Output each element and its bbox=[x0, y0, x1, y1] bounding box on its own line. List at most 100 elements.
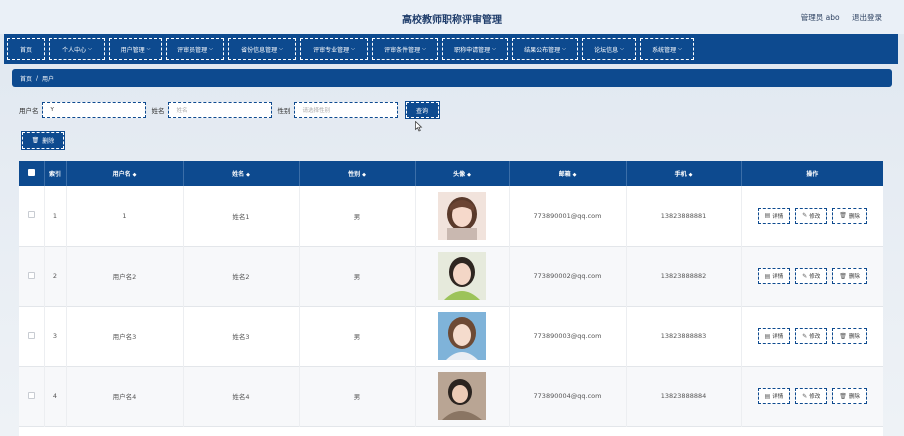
trash-icon: 🗑 bbox=[839, 332, 847, 340]
document-icon: ▤ bbox=[764, 392, 771, 400]
cell-name: 姓名2 bbox=[183, 246, 300, 306]
app-header: 高校教师职称评审管理 管理员 abo 退出登录 bbox=[0, 0, 904, 34]
chevron-down-icon: ⌵ bbox=[678, 46, 682, 52]
table-header-row: 索引 用户名 ◆ 姓名 ◆ 性别 ◆ 头像 ◆ 邮箱 ◆ 手机 ◆ 操作 bbox=[19, 161, 883, 186]
nav-item-reviewer-management[interactable]: 评审员管理 ⌵ bbox=[166, 38, 224, 60]
avatar bbox=[438, 312, 486, 360]
chevron-down-icon: ⌵ bbox=[422, 46, 426, 52]
cell-username: 1 bbox=[66, 186, 184, 246]
user-table: 索引 用户名 ◆ 姓名 ◆ 性别 ◆ 头像 ◆ 邮箱 ◆ 手机 ◆ 操作 1 1 姓名1 男 bbox=[19, 161, 883, 436]
sort-icon[interactable]: ◆ bbox=[689, 172, 693, 178]
gender-select[interactable]: 请选择性别 bbox=[293, 102, 398, 118]
delete-button[interactable]: 🗑 删除 bbox=[832, 207, 867, 224]
column-header[interactable]: 用户名 ◆ bbox=[66, 161, 184, 186]
cell-phone: 13823888881 bbox=[626, 186, 742, 246]
breadcrumb: 首页 / 用户 bbox=[12, 69, 892, 87]
avatar bbox=[438, 372, 486, 420]
main-nav: 首页 个人中心 ⌵ 用户管理 ⌵ 评审员管理 ⌵ 省份信息管理 ⌵ 评审专业管理 ⌵ 评审… bbox=[4, 34, 898, 64]
cell-email: 773890001@qq.com bbox=[509, 186, 627, 246]
chevron-down-icon: ⌵ bbox=[88, 46, 92, 52]
mouse-cursor-icon bbox=[415, 121, 423, 132]
trash-icon: 🗑 bbox=[839, 392, 847, 400]
search-button[interactable]: 查询 bbox=[404, 101, 440, 119]
row-actions: ▤ 详情 ✎ 修改 🗑 删除 bbox=[742, 268, 884, 284]
chevron-down-icon: ⌵ bbox=[351, 46, 355, 52]
chevron-down-icon: ⌵ bbox=[562, 46, 566, 52]
batch-delete-button[interactable]: 🗑 删除 bbox=[21, 131, 65, 150]
row-checkbox[interactable] bbox=[27, 211, 35, 219]
nav-item-major-management[interactable]: 评审专业管理 ⌵ bbox=[300, 38, 368, 60]
delete-button[interactable]: 🗑 删除 bbox=[832, 268, 867, 284]
edit-button[interactable]: ✎ 修改 bbox=[795, 268, 828, 284]
avatar bbox=[438, 252, 486, 300]
nav-item-condition-management[interactable]: 评审条件管理 ⌵ bbox=[372, 38, 438, 60]
row-checkbox[interactable] bbox=[27, 271, 35, 279]
nav-item-result-management[interactable]: 结果公布管理 ⌵ bbox=[512, 38, 578, 60]
chevron-down-icon: ⌵ bbox=[209, 46, 213, 52]
table-row: 4 用户名4 姓名4 男 773890004@qq.com 1382388888… bbox=[19, 366, 883, 426]
row-actions: ▤ 详情 ✎ 修改 🗑 删除 bbox=[742, 328, 884, 344]
column-header[interactable]: 性别 ◆ bbox=[299, 161, 416, 186]
username-input[interactable]: Y bbox=[41, 102, 146, 118]
trash-icon: 🗑 bbox=[839, 212, 847, 220]
select-all-checkbox[interactable] bbox=[27, 169, 35, 176]
cell-username: 用户名3 bbox=[66, 306, 184, 366]
edit-button[interactable]: ✎ 修改 bbox=[795, 207, 828, 224]
detail-button[interactable]: ▤ 详情 bbox=[757, 268, 791, 284]
pencil-icon: ✎ bbox=[802, 272, 808, 280]
chevron-down-icon: ⌵ bbox=[279, 46, 283, 52]
name-label: 姓名 bbox=[151, 107, 165, 115]
cell-phone: 13823888883 bbox=[626, 306, 742, 366]
breadcrumb-home[interactable]: 首页 bbox=[20, 74, 32, 83]
column-header[interactable]: 手机 ◆ bbox=[626, 161, 742, 186]
logout-link[interactable]: 退出登录 bbox=[852, 13, 882, 22]
nav-item-personal-center[interactable]: 个人中心 ⌵ bbox=[49, 38, 105, 60]
breadcrumb-current: 用户 bbox=[42, 75, 55, 83]
nav-item-forum[interactable]: 论坛信息 ⌵ bbox=[582, 38, 636, 60]
edit-button[interactable]: ✎ 修改 bbox=[795, 328, 828, 344]
column-header: 索引 bbox=[44, 161, 67, 186]
trash-icon: 🗑 bbox=[31, 137, 40, 144]
delete-button[interactable]: 🗑 删除 bbox=[832, 328, 867, 344]
detail-button[interactable]: ▤ 详情 bbox=[757, 388, 791, 404]
delete-button[interactable]: 🗑 删除 bbox=[832, 388, 867, 404]
cell-gender: 男 bbox=[299, 246, 416, 306]
cell-index: 4 bbox=[44, 366, 67, 426]
gender-label: 性别 bbox=[277, 107, 291, 115]
cell-name: 姓名3 bbox=[183, 306, 300, 366]
nav-item-system-management[interactable]: 系统管理 ⌵ bbox=[640, 38, 694, 60]
cell-phone: 13823888884 bbox=[626, 366, 742, 426]
row-actions: ▤ 详情 ✎ 修改 🗑 删除 bbox=[742, 388, 884, 404]
sort-icon[interactable]: ◆ bbox=[573, 172, 577, 178]
cell-email: 773890004@qq.com bbox=[509, 366, 627, 426]
table-row: 3 用户名3 姓名3 男 773890003@qq.com 1382388888… bbox=[19, 306, 883, 366]
current-user-label: 管理员 abo bbox=[800, 13, 840, 22]
edit-button[interactable]: ✎ 修改 bbox=[795, 388, 828, 404]
avatar bbox=[438, 191, 486, 240]
name-input[interactable]: 姓名 bbox=[167, 102, 272, 118]
column-header[interactable]: 头像 ◆ bbox=[415, 161, 510, 186]
cell-name: 姓名1 bbox=[183, 186, 300, 246]
chevron-down-icon: ⌵ bbox=[146, 46, 151, 52]
user-area: 管理员 abo 退出登录 bbox=[791, 12, 882, 23]
select-all-header[interactable] bbox=[19, 161, 45, 186]
cell-index: 2 bbox=[44, 246, 67, 306]
trash-icon: 🗑 bbox=[839, 272, 847, 280]
column-header[interactable]: 姓名 ◆ bbox=[183, 161, 300, 186]
detail-button[interactable]: ▤ 详情 bbox=[757, 207, 791, 224]
nav-item-home[interactable]: 首页 bbox=[7, 38, 45, 60]
nav-item-user-management[interactable]: 用户管理 ⌵ bbox=[109, 38, 162, 60]
table-row: 2 用户名2 姓名2 男 773890002@qq.com 1382388888… bbox=[19, 246, 883, 306]
row-checkbox[interactable] bbox=[27, 391, 35, 399]
column-header[interactable]: 邮箱 ◆ bbox=[509, 161, 627, 186]
nav-item-province-management[interactable]: 省份信息管理 ⌵ bbox=[228, 38, 296, 60]
cell-email: 773890002@qq.com bbox=[509, 246, 627, 306]
detail-button[interactable]: ▤ 详情 bbox=[757, 328, 791, 344]
breadcrumb-separator: / bbox=[36, 74, 39, 82]
sort-icon[interactable]: ◆ bbox=[467, 172, 471, 178]
sort-icon[interactable]: ◆ bbox=[246, 172, 250, 178]
sort-icon[interactable]: ◆ bbox=[362, 172, 366, 178]
sort-icon[interactable]: ◆ bbox=[133, 172, 137, 178]
nav-item-application-management[interactable]: 职称申请管理 ⌵ bbox=[442, 38, 508, 60]
row-checkbox[interactable] bbox=[27, 331, 35, 339]
